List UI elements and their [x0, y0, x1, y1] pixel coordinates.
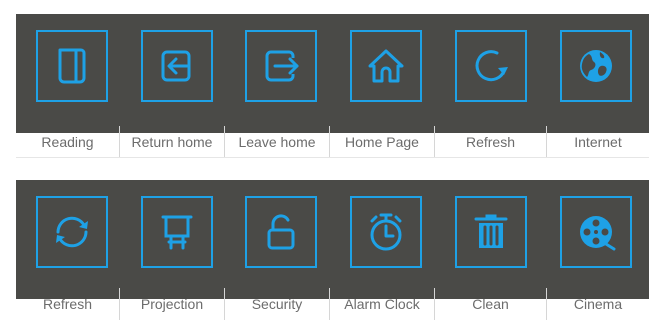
label-security: Security — [224, 288, 329, 320]
refresh-2-tile[interactable] — [36, 196, 108, 268]
projector-screen-icon — [161, 215, 193, 250]
label-divider-line — [16, 157, 649, 158]
label-reading: Reading — [41, 134, 94, 150]
projection-tile[interactable] — [141, 196, 213, 268]
label-internet: Internet — [546, 126, 649, 158]
globe-icon — [580, 50, 612, 82]
label-refresh-2: Refresh — [42, 296, 93, 312]
label-return-home: Return home — [119, 126, 224, 158]
label-leave-home: Leave home — [224, 126, 329, 158]
return-home-icon — [161, 50, 191, 82]
film-reel-icon — [580, 216, 616, 251]
label-refresh: Refresh — [434, 126, 546, 158]
unlocked-padlock-icon — [267, 214, 295, 250]
label-row-bottom: Refresh Projection Security Alarm Clock … — [0, 288, 649, 320]
stopwatch-icon — [370, 213, 402, 251]
icon-row-top — [16, 14, 649, 133]
security-tile[interactable] — [245, 196, 317, 268]
refresh-tile[interactable] — [455, 30, 527, 102]
home-icon — [368, 49, 404, 83]
book-icon — [58, 48, 86, 84]
return-home-tile[interactable] — [141, 30, 213, 102]
icon-row-bottom — [16, 180, 649, 299]
home-page-tile[interactable] — [350, 30, 422, 102]
trash-bin-icon — [474, 214, 508, 248]
label-projection: Projection — [119, 288, 224, 320]
cinema-tile[interactable] — [560, 196, 632, 268]
leave-home-icon — [265, 50, 299, 82]
clean-tile[interactable] — [455, 196, 527, 268]
label-clean: Clean — [434, 288, 546, 320]
refresh-icon — [475, 50, 508, 82]
leave-home-tile[interactable] — [245, 30, 317, 102]
alarm-clock-tile[interactable] — [350, 196, 422, 268]
label-home-page: Home Page — [329, 126, 434, 158]
internet-tile[interactable] — [560, 30, 632, 102]
label-alarm-clock: Alarm Clock — [329, 288, 434, 320]
refresh-arrows-icon — [56, 216, 88, 248]
label-row-top: Reading Return home Leave home Home Page… — [0, 126, 649, 158]
label-cinema: Cinema — [546, 288, 649, 320]
reading-tile[interactable] — [36, 30, 108, 102]
